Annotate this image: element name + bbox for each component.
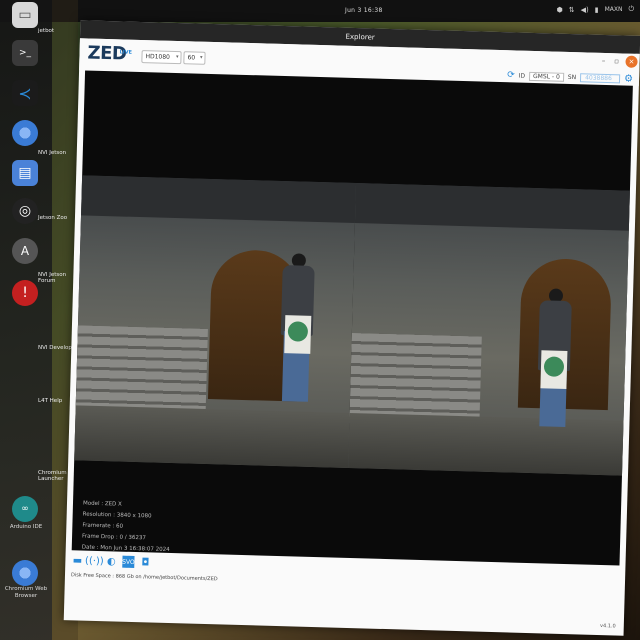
minimize-icon[interactable]: – — [597, 55, 609, 67]
obs-icon[interactable]: ◎ — [12, 198, 38, 224]
stereo-feed — [74, 175, 630, 476]
chromium-label: Chromium Web Browser — [4, 586, 48, 599]
video-viewer[interactable]: Model : ZED X Resolution : 3840 x 1080 F… — [71, 70, 633, 566]
disk-space-text: Disk Free Space : 868 Gb on /home/jetbot… — [70, 572, 218, 583]
bottom-toolbar: ▬ ((·)) ◐ SVO ◘ — [71, 554, 151, 569]
resolution-select[interactable]: HD1080 ▾ — [141, 50, 182, 65]
chromium-icon[interactable] — [12, 120, 38, 146]
desktop-label[interactable]: NVI Jetson Forum — [38, 272, 78, 284]
dock: ▭ >_ ≺ ▤ ◎ A ! ∞ Arduino IDE Chromium We… — [0, 0, 52, 640]
sn-label: SN — [567, 73, 577, 81]
battery-icon[interactable]: ▮ — [595, 6, 599, 14]
version-text: v4.1.0 — [600, 623, 616, 630]
id-label: ID — [518, 72, 526, 80]
camera-select[interactable]: GMSL - 0 — [528, 71, 564, 82]
desktop-label[interactable]: Jetson Zoo — [38, 215, 78, 221]
fps-select[interactable]: 60 ▾ — [183, 51, 206, 65]
close-icon[interactable]: × — [625, 55, 638, 68]
desktop-label[interactable]: jetbot — [38, 28, 78, 34]
camera-capture-icon[interactable]: ◘ — [139, 556, 151, 568]
fps-value: 60 — [187, 54, 196, 62]
left-camera-image — [74, 175, 357, 468]
software-updater-icon[interactable]: A — [12, 238, 38, 264]
camera-info: Model : ZED X Resolution : 3840 x 1080 F… — [82, 499, 171, 556]
power-mode-label[interactable]: MAXN — [605, 6, 623, 13]
chromium-browser-icon[interactable] — [12, 560, 38, 586]
network-icon[interactable]: ⇅ — [569, 6, 575, 14]
system-tray[interactable]: ⬢ ⇅ ◀) ▮ MAXN ⏻ — [557, 5, 634, 14]
right-camera-image — [348, 183, 630, 476]
system-top-bar: Jun 3 16:38 ⬢ ⇅ ◀) ▮ MAXN ⏻ — [0, 0, 640, 22]
settings-icon[interactable]: ⏻ — [628, 5, 634, 14]
maximize-icon[interactable]: ▫ — [610, 55, 622, 67]
serial-field[interactable]: 4038886 — [579, 72, 621, 83]
settings-gear-icon[interactable]: ⚙ — [624, 73, 633, 84]
terminal-icon[interactable]: >_ — [12, 40, 38, 66]
arduino-label: Arduino IDE — [9, 524, 43, 530]
refresh-icon[interactable]: ⟳ — [507, 70, 515, 80]
live-badge: LIVE — [119, 49, 133, 56]
vscode-icon[interactable]: ≺ — [12, 80, 38, 106]
folder-icon[interactable]: ▬ — [71, 554, 83, 566]
zed-explorer-window: Explorer ZED LIVE HD1080 ▾ 60 ▾ – ▫ × ⟳ … — [63, 20, 640, 636]
text-editor-icon[interactable]: ▤ — [12, 160, 38, 186]
clock[interactable]: Jun 3 16:38 — [345, 7, 383, 14]
volume-icon[interactable]: ◀) — [581, 6, 589, 14]
desktop-label[interactable]: NVI Jetson — [38, 150, 78, 156]
chevron-down-icon: ▾ — [199, 54, 203, 61]
files-icon[interactable]: ▭ — [12, 2, 38, 28]
stream-icon[interactable]: ((·)) — [85, 555, 104, 567]
nvidia-icon[interactable]: ⬢ — [557, 6, 563, 14]
chevron-down-icon: ▾ — [175, 53, 179, 61]
resolution-value: HD1080 — [145, 53, 170, 61]
svo-icon[interactable]: SVO — [122, 555, 135, 569]
help-icon[interactable]: ! — [12, 280, 38, 306]
arduino-icon[interactable]: ∞ — [12, 496, 38, 522]
depth-icon[interactable]: ◐ — [105, 555, 117, 567]
